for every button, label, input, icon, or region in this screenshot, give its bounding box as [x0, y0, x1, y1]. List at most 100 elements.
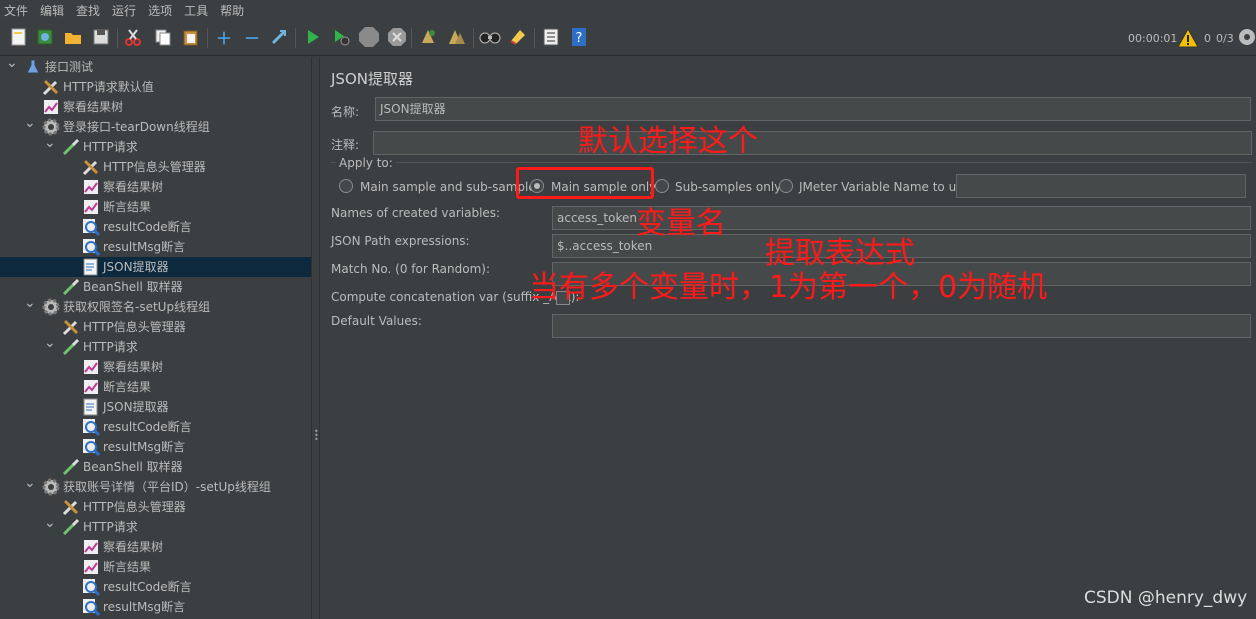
expand-all-icon[interactable]: ＋ [213, 26, 235, 48]
magnifier-icon [82, 578, 100, 596]
tree-node[interactable]: 获取账号详情（平台ID）-setUp线程组 [42, 477, 271, 497]
start-no-pause-icon[interactable] [330, 26, 352, 48]
default-input[interactable] [552, 314, 1251, 338]
help-icon[interactable]: ? [568, 26, 590, 48]
comment-input[interactable] [373, 131, 1252, 155]
tree-node-label: 断言结果 [103, 560, 152, 574]
menu-run[interactable]: 运行 [112, 2, 136, 19]
tree-node[interactable]: 察看结果树 [82, 357, 163, 377]
radio-main-and-sub-label[interactable]: Main sample and sub-samples [360, 180, 542, 194]
menu-file[interactable]: 文件 [4, 2, 28, 19]
templates-icon[interactable] [34, 26, 56, 48]
tree-node-label: 断言结果 [103, 200, 152, 214]
splitter-grip[interactable]: • • • [314, 428, 319, 444]
cut-icon[interactable] [122, 26, 144, 48]
new-icon[interactable] [8, 26, 30, 48]
search-icon[interactable] [479, 26, 501, 48]
tree-node[interactable]: HTTP信息头管理器 [82, 157, 206, 177]
wrench-icon [62, 318, 80, 336]
chevron-down-icon[interactable]: ⌄ [24, 115, 36, 131]
tree-node-label: resultMsg断言 [103, 440, 186, 454]
tree-node[interactable]: 接口测试 [24, 57, 93, 77]
radio-sub-only[interactable] [655, 179, 669, 193]
tree-node[interactable]: resultMsg断言 [82, 597, 185, 617]
annotation-match-note: 当有多个变量时，1为第一个，0为随机 [529, 270, 1048, 305]
menu-options[interactable]: 选项 [148, 2, 172, 19]
copy-icon[interactable] [152, 26, 174, 48]
radio-main-and-sub[interactable] [339, 179, 353, 193]
tree-node[interactable]: resultMsg断言 [82, 237, 185, 257]
warning-icon[interactable] [1177, 27, 1199, 49]
tree-node-label: BeanShell 取样器 [83, 280, 183, 294]
menu-search[interactable]: 查找 [76, 2, 100, 19]
open-icon[interactable] [62, 26, 84, 48]
chevron-down-icon[interactable]: ⌄ [44, 515, 56, 531]
menu-help[interactable]: 帮助 [220, 2, 244, 19]
watermark: CSDN @henry_dwy [1084, 588, 1248, 608]
save-icon[interactable] [90, 26, 112, 48]
chevron-down-icon[interactable]: ⌄ [24, 475, 36, 491]
tree-node[interactable]: HTTP请求 [62, 137, 138, 157]
tree-node-label: HTTP请求 [83, 340, 138, 354]
wrench-icon [62, 498, 80, 516]
start-icon[interactable] [302, 26, 324, 48]
reset-search-icon[interactable] [507, 26, 529, 48]
settings-icon[interactable] [1237, 27, 1256, 47]
name-input[interactable]: JSON提取器 [375, 97, 1251, 121]
clear-icon[interactable] [418, 26, 440, 48]
radio-sub-only-label[interactable]: Sub-samples only [675, 180, 781, 194]
magnifier-icon [82, 438, 100, 456]
tree-node[interactable]: HTTP信息头管理器 [62, 497, 186, 517]
function-helper-icon[interactable] [540, 26, 562, 48]
chart-icon [82, 378, 100, 396]
radio-jmeter-variable-label[interactable]: JMeter Variable Name to use [799, 180, 970, 194]
tree-node[interactable]: 获取权限签名-setUp线程组 [42, 297, 210, 317]
gear-icon [42, 118, 60, 136]
shutdown-icon[interactable] [386, 26, 408, 48]
tree-node-label: resultCode断言 [103, 580, 192, 594]
tree-node[interactable]: HTTP请求 [62, 337, 138, 357]
tree-node[interactable]: BeanShell 取样器 [62, 277, 183, 297]
tree-node[interactable]: 察看结果树 [42, 97, 123, 117]
magnifier-icon [82, 598, 100, 616]
collapse-all-icon[interactable]: － [241, 26, 263, 48]
tree-node-label: HTTP信息头管理器 [83, 500, 186, 514]
tree-node[interactable]: HTTP请求默认值 [42, 77, 154, 97]
chevron-down-icon[interactable]: ⌄ [24, 295, 36, 311]
chart-icon [82, 358, 100, 376]
menu-edit[interactable]: 编辑 [40, 2, 64, 19]
toggle-icon[interactable] [268, 26, 290, 48]
tree-node[interactable]: 断言结果 [82, 377, 151, 397]
radio-jmeter-variable[interactable] [779, 179, 793, 193]
chevron-down-icon[interactable]: ⌄ [44, 135, 56, 151]
tree-node[interactable]: 登录接口-tearDown线程组 [42, 117, 210, 137]
chevron-down-icon[interactable]: ⌄ [44, 335, 56, 351]
chart-icon [82, 198, 100, 216]
tree-node[interactable]: resultMsg断言 [82, 437, 185, 457]
chart-icon [42, 98, 60, 116]
paste-icon[interactable] [180, 26, 202, 48]
stop-icon[interactable] [358, 26, 380, 48]
tree-node[interactable]: resultCode断言 [82, 577, 192, 597]
tree-node[interactable]: JSON提取器 [82, 397, 169, 417]
tree-node[interactable]: 断言结果 [82, 197, 151, 217]
split-pane-divider[interactable] [311, 57, 320, 619]
tree-node-label: resultCode断言 [103, 220, 192, 234]
tree-node[interactable]: 察看结果树 [82, 537, 163, 557]
tree-node[interactable]: resultCode断言 [82, 417, 192, 437]
tree-node-label: 察看结果树 [103, 540, 164, 554]
menu-tools[interactable]: 工具 [184, 2, 208, 19]
tree-node-label: 登录接口-tearDown线程组 [63, 120, 210, 134]
tree-node[interactable]: 察看结果树 [82, 177, 163, 197]
tree-node[interactable]: HTTP信息头管理器 [62, 317, 186, 337]
tree-node[interactable]: resultCode断言 [82, 217, 192, 237]
tree-node[interactable]: HTTP请求 [62, 517, 138, 537]
tree-node[interactable]: JSON提取器 [82, 257, 169, 277]
tree-node[interactable]: BeanShell 取样器 [62, 457, 183, 477]
tree-node[interactable]: 断言结果 [82, 557, 151, 577]
jmeter-variable-input[interactable] [956, 174, 1246, 198]
clear-all-icon[interactable] [446, 26, 468, 48]
tree-node-label: resultMsg断言 [103, 600, 186, 614]
chevron-down-icon[interactable]: ⌄ [6, 55, 18, 71]
document-icon [82, 258, 100, 276]
